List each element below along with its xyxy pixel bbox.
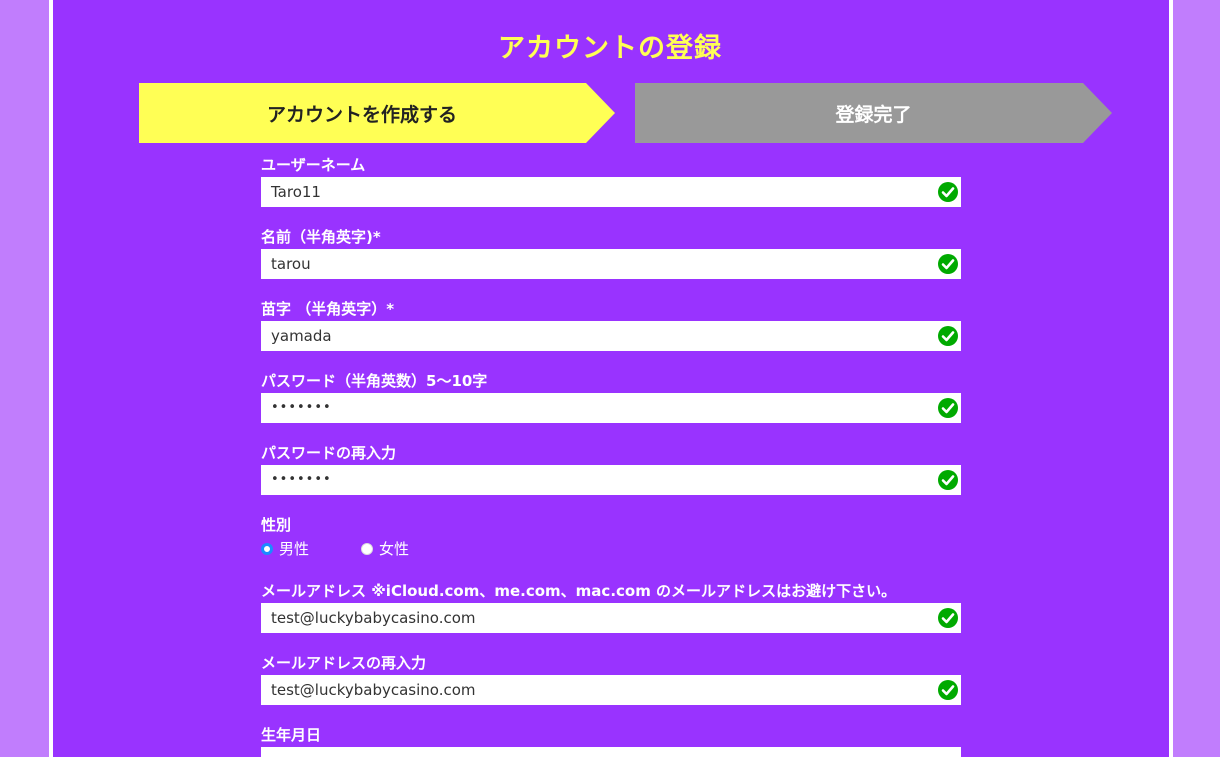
email-value: test@luckybabycasino.com xyxy=(271,609,476,627)
first-name-label: 名前（半角英字)* xyxy=(261,228,381,246)
email-label: メールアドレス ※iCloud.com、me.com、mac.com のメールア… xyxy=(261,582,897,600)
email-confirm-value: test@luckybabycasino.com xyxy=(271,681,476,699)
check-circle-icon xyxy=(938,326,958,346)
password-confirm-value: ••••••• xyxy=(271,472,332,487)
check-circle-icon xyxy=(938,182,958,202)
email-input[interactable]: test@luckybabycasino.com xyxy=(261,603,961,633)
email-confirm-label: メールアドレスの再入力 xyxy=(261,654,427,672)
password-confirm-input[interactable]: ••••••• xyxy=(261,465,961,495)
username-label: ユーザーネーム xyxy=(261,156,366,174)
first-name-input[interactable]: tarou xyxy=(261,249,961,279)
radio-unselected-icon[interactable] xyxy=(361,542,373,555)
last-name-value: yamada xyxy=(271,327,332,345)
check-circle-icon xyxy=(938,254,958,274)
check-circle-icon xyxy=(938,680,958,700)
gender-option-label: 女性 xyxy=(379,540,410,558)
gender-label: 性別 xyxy=(261,516,292,534)
check-circle-icon xyxy=(938,398,958,418)
page-title: アカウントの登録 xyxy=(498,33,722,64)
birthdate-label: 生年月日 xyxy=(261,726,322,744)
step-label: アカウントを作成する xyxy=(266,103,457,126)
gender-option-label: 男性 xyxy=(279,540,310,558)
radio-selected-icon[interactable] xyxy=(261,542,273,555)
check-circle-icon xyxy=(938,470,958,490)
gender-option-female[interactable]: 女性 xyxy=(361,538,409,559)
email-confirm-input[interactable]: test@luckybabycasino.com xyxy=(261,675,961,705)
last-name-label: 苗字 （半角英字）* xyxy=(261,300,395,318)
gender-option-male[interactable]: 男性 xyxy=(261,538,309,559)
username-input[interactable]: Taro11 xyxy=(261,177,961,207)
step-label: 登録完了 xyxy=(835,103,912,126)
step-registration-complete: 登録完了 xyxy=(635,83,1112,143)
check-circle-icon xyxy=(938,608,958,628)
password-label: パスワード（半角英数）5〜10字 xyxy=(261,372,488,390)
password-input[interactable]: ••••••• xyxy=(261,393,961,423)
last-name-input[interactable]: yamada xyxy=(261,321,961,351)
birthdate-input[interactable] xyxy=(261,747,961,757)
step-create-account: アカウントを作成する xyxy=(139,83,615,143)
password-value: ••••••• xyxy=(271,400,332,415)
first-name-value: tarou xyxy=(271,255,311,273)
password-confirm-label: パスワードの再入力 xyxy=(261,444,397,462)
username-value: Taro11 xyxy=(271,183,321,201)
